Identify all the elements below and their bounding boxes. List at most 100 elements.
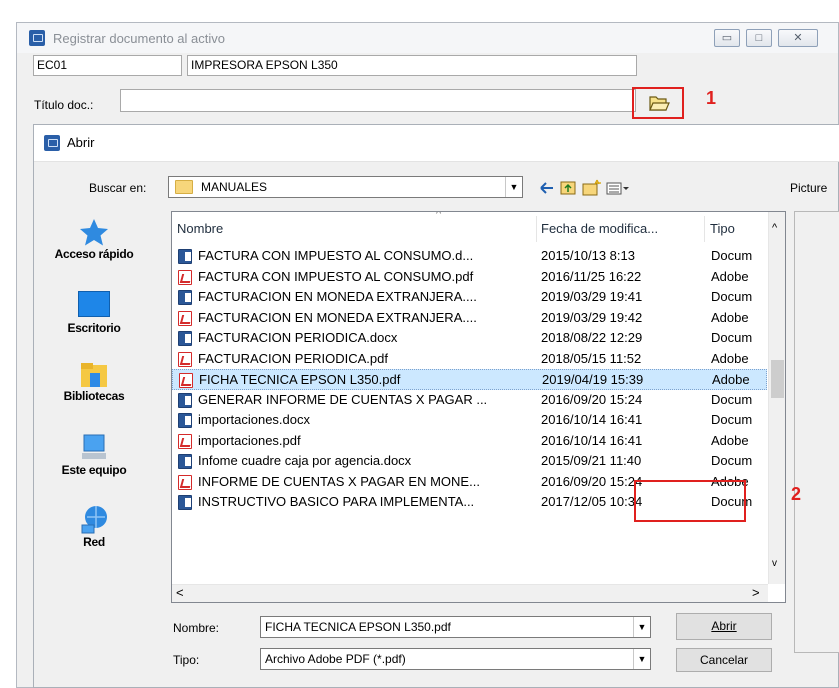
file-row[interactable]: Infome cuadre caja por agencia.docx 2015/… bbox=[172, 451, 767, 472]
file-type: Docum bbox=[711, 289, 753, 304]
filetype-select[interactable]: Archivo Adobe PDF (*.pdf) ▼ bbox=[260, 648, 651, 670]
pdf-file-icon bbox=[178, 474, 192, 490]
file-row[interactable]: importaciones.docx 2016/10/14 16:41 Docum bbox=[172, 410, 767, 431]
file-row[interactable]: FACTURA CON IMPUESTO AL CONSUMO.pdf 2016/… bbox=[172, 267, 767, 288]
up-folder-icon[interactable] bbox=[560, 181, 576, 195]
place-this-pc[interactable]: Este equipo bbox=[34, 433, 154, 477]
open-button-label: Abrir bbox=[711, 619, 737, 633]
file-row[interactable]: importaciones.pdf 2016/10/14 16:41 Adobe bbox=[172, 431, 767, 452]
look-in-dropdown-arrow[interactable]: ▼ bbox=[505, 177, 522, 197]
file-row[interactable]: GENERAR INFORME DE CUENTAS X PAGAR ... 20… bbox=[172, 390, 767, 411]
look-in-value: MANUALES bbox=[201, 180, 268, 194]
word-file-icon bbox=[178, 331, 192, 346]
column-divider bbox=[704, 216, 705, 242]
file-row[interactable]: FACTURACION EN MONEDA EXTRANJERA.... 2019… bbox=[172, 308, 767, 329]
look-in-label: Buscar en: bbox=[89, 181, 147, 195]
file-date: 2016/11/25 16:22 bbox=[541, 268, 642, 284]
file-row-selected[interactable]: FICHA TECNICA EPSON L350.pdf 2019/04/19 1… bbox=[172, 369, 767, 390]
file-name: INFORME DE CUENTAS X PAGAR EN MONE... bbox=[198, 473, 480, 489]
file-date: 2018/08/22 12:29 bbox=[541, 330, 643, 345]
filename-value: FICHA TECNICA EPSON L350.pdf bbox=[265, 620, 451, 634]
place-libraries[interactable]: Bibliotecas bbox=[34, 361, 154, 403]
dialog-app-icon bbox=[44, 135, 60, 151]
place-label: Acceso rápido bbox=[54, 247, 134, 261]
preview-label: Picture bbox=[790, 181, 828, 195]
minimize-button[interactable]: ▭ bbox=[714, 29, 740, 47]
word-file-icon bbox=[178, 413, 192, 428]
file-date: 2017/12/05 10:34 bbox=[541, 494, 643, 509]
file-name: importaciones.docx bbox=[198, 412, 310, 427]
star-icon bbox=[80, 219, 108, 246]
file-name: FACTURACION EN MONEDA EXTRANJERA.... bbox=[198, 309, 477, 325]
title-doc-label: Título doc.: bbox=[34, 98, 94, 112]
back-icon[interactable] bbox=[540, 182, 553, 194]
window-titlebar: Registrar documento al activo ▭ □ ✕ bbox=[17, 23, 838, 53]
open-file-dialog: Abrir Buscar en: MANUALES ▼ Picture Acce… bbox=[33, 124, 839, 688]
maximize-button[interactable]: □ bbox=[746, 29, 772, 47]
filetype-dropdown-arrow[interactable]: ▼ bbox=[633, 649, 650, 669]
pdf-file-icon bbox=[178, 433, 192, 449]
desktop-icon bbox=[78, 291, 110, 317]
file-name: GENERAR INFORME DE CUENTAS X PAGAR ... bbox=[198, 391, 488, 407]
pdf-file-icon bbox=[178, 310, 192, 326]
cancel-button[interactable]: Cancelar bbox=[676, 648, 772, 672]
file-name: FACTURACION PERIODICA.pdf bbox=[198, 350, 388, 366]
scroll-left-arrow[interactable]: < bbox=[176, 585, 184, 600]
file-name: FACTURA CON IMPUESTO AL CONSUMO.d... bbox=[198, 248, 474, 263]
file-type: Docum bbox=[711, 391, 753, 407]
place-desktop[interactable]: Escritorio bbox=[34, 291, 154, 335]
horizontal-scrollbar[interactable]: < > bbox=[172, 584, 768, 602]
file-date: 2015/10/13 8:13 bbox=[541, 248, 635, 263]
open-button[interactable]: Abrir bbox=[676, 613, 772, 640]
filename-combobox[interactable]: FICHA TECNICA EPSON L350.pdf ▼ bbox=[260, 616, 651, 638]
file-row[interactable]: FACTURA CON IMPUESTO AL CONSUMO.d... 2015… bbox=[172, 246, 767, 267]
place-label: Red bbox=[83, 535, 105, 549]
file-name: Infome cuadre caja por agencia.docx bbox=[198, 453, 412, 468]
asset-code-field[interactable]: EC01 bbox=[33, 55, 182, 76]
title-doc-input[interactable] bbox=[120, 89, 636, 112]
filename-dropdown-arrow[interactable]: ▼ bbox=[633, 617, 650, 637]
look-in-combobox[interactable]: MANUALES ▼ bbox=[168, 176, 523, 198]
word-file-icon bbox=[178, 392, 192, 408]
window-title: Registrar documento al activo bbox=[53, 31, 225, 46]
file-date: 2016/10/14 16:41 bbox=[541, 432, 643, 448]
pdf-file-icon bbox=[178, 269, 192, 285]
scroll-down-arrow[interactable]: v bbox=[772, 558, 777, 569]
column-header-date[interactable]: Fecha de modifica... bbox=[541, 212, 658, 246]
close-button[interactable]: ✕ bbox=[778, 29, 818, 47]
libraries-icon bbox=[81, 363, 107, 387]
file-type: Adobe bbox=[711, 350, 749, 366]
file-name: FACTURACION PERIODICA.docx bbox=[198, 330, 398, 345]
place-quick-access[interactable]: Acceso rápido bbox=[34, 217, 154, 261]
asset-description-field[interactable]: IMPRESORA EPSON L350 bbox=[187, 55, 637, 76]
callout-number-1: 1 bbox=[706, 88, 717, 108]
sort-ascending-icon: ^ bbox=[436, 211, 442, 220]
view-menu-icon[interactable] bbox=[606, 182, 629, 195]
file-type: Docum bbox=[711, 248, 753, 263]
vertical-scrollbar[interactable]: ^ v bbox=[768, 212, 785, 584]
dialog-title: Abrir bbox=[67, 135, 95, 150]
places-bar: Acceso rápido Escritorio Bibliotecas Est… bbox=[34, 213, 164, 593]
column-header-name[interactable]: Nombre bbox=[177, 212, 223, 246]
file-list[interactable]: Nombre ^ Fecha de modifica... Tipo FACTU… bbox=[171, 211, 786, 603]
file-row[interactable]: FACTURACION EN MONEDA EXTRANJERA.... 2019… bbox=[172, 287, 767, 308]
place-label: Bibliotecas bbox=[63, 389, 125, 403]
place-network[interactable]: Red bbox=[34, 503, 154, 549]
computer-icon bbox=[82, 434, 106, 459]
preview-pane bbox=[794, 211, 839, 653]
file-type: Adobe bbox=[711, 432, 749, 448]
column-header-type[interactable]: Tipo bbox=[710, 212, 735, 246]
file-name: FICHA TECNICA EPSON L350.pdf bbox=[199, 372, 401, 387]
file-date: 2019/03/29 19:42 bbox=[541, 309, 643, 325]
scroll-thumb[interactable] bbox=[771, 360, 784, 398]
file-row[interactable]: FACTURACION PERIODICA.pdf 2018/05/15 11:5… bbox=[172, 349, 767, 370]
file-date: 2019/04/19 15:39 bbox=[542, 372, 644, 387]
file-row[interactable]: FACTURACION PERIODICA.docx 2018/08/22 12:… bbox=[172, 328, 767, 349]
file-type: Adobe bbox=[711, 309, 749, 325]
word-file-icon bbox=[178, 454, 192, 469]
scroll-up-arrow[interactable]: ^ bbox=[772, 222, 777, 234]
file-date: 2015/09/21 11:40 bbox=[541, 453, 642, 468]
scroll-right-arrow[interactable]: > bbox=[752, 585, 760, 600]
new-folder-icon[interactable] bbox=[582, 179, 601, 196]
file-type: Adobe bbox=[711, 268, 749, 284]
